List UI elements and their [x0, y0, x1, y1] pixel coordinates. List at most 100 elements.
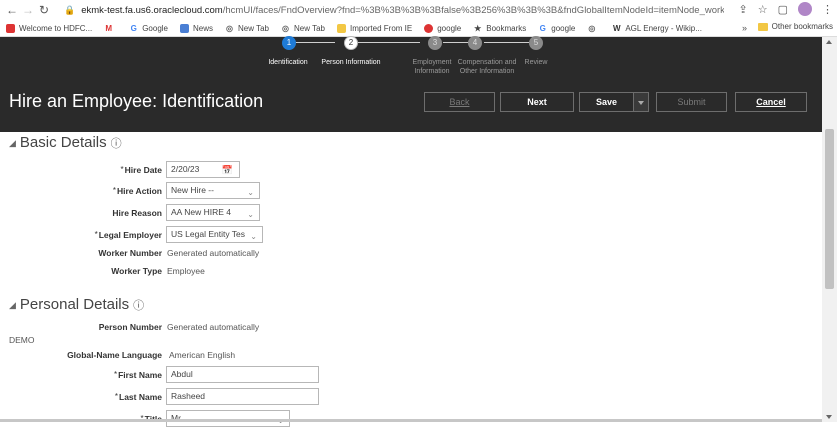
help-icon[interactable]: ⓘ: [133, 300, 144, 312]
train-stops: 1 2 3 4 5 Identification Person Informat…: [0, 36, 822, 97]
news-icon: [180, 23, 189, 33]
scroll-down-icon[interactable]: [826, 415, 832, 419]
globe-icon: ◎: [588, 23, 596, 33]
folder-icon: [757, 22, 768, 31]
train-step-review: 5: [529, 36, 543, 50]
global-name-language-label: Global-Name Language: [67, 350, 162, 360]
page-scrollbar[interactable]: [822, 37, 837, 422]
hire-date-label: *Hire Date: [120, 165, 162, 175]
bookmark-google[interactable]: G Google: [129, 24, 168, 33]
first-name-label: *First Name: [113, 370, 162, 380]
bookmark-hdfc[interactable]: Welcome to HDFC...: [6, 23, 92, 33]
app-header: 1 2 3 4 5 Identification Person Informat…: [0, 36, 822, 132]
bookmark-new-tab-1[interactable]: ◎ New Tab: [225, 24, 269, 33]
personal-details-header[interactable]: ◢ Personal Details ⓘ: [9, 296, 144, 313]
hire-action-label: *Hire Action: [112, 186, 162, 196]
train-connector: [358, 42, 420, 43]
bookmarks-bar: Welcome to HDFC... M G Google News ◎ New T…: [0, 20, 837, 37]
hdfc-icon: [6, 23, 15, 33]
globe-icon: ◎: [226, 23, 233, 33]
train-label-person-information[interactable]: Person Information: [318, 58, 384, 67]
next-button[interactable]: Next: [500, 92, 574, 112]
back-button[interactable]: Back: [424, 92, 495, 112]
bookmark-agl-energy[interactable]: W AGL Energy - Wikip...: [612, 24, 702, 33]
hire-reason-label: Hire Reason: [112, 208, 162, 218]
gmail-icon: M: [105, 23, 113, 33]
save-button[interactable]: Save: [579, 92, 634, 112]
google-red-icon: [424, 23, 434, 33]
bookmark-gmail[interactable]: M: [104, 24, 117, 33]
save-menu-chevron-icon[interactable]: [633, 92, 649, 112]
train-label-employment-information: Employment Information: [412, 59, 452, 75]
url-text: ekmk-test.fa.us6.oraclecloud.com/hcmUI/f…: [81, 4, 724, 16]
train-connector: [484, 42, 529, 43]
collapse-triangle-icon[interactable]: ◢: [9, 138, 16, 148]
share-icon[interactable]: ⇪: [739, 3, 748, 16]
train-label-identification[interactable]: Identification: [262, 58, 314, 67]
browser-toolbar: ← → ↻ 🔒 ekmk-test.fa.us6.oraclecloud.com…: [0, 0, 837, 20]
menu-icon[interactable]: ⋮: [822, 3, 833, 16]
cancel-button[interactable]: Cancel: [735, 92, 807, 112]
google-icon: G: [539, 23, 546, 33]
chevron-down-icon: ⌄: [250, 232, 257, 241]
help-icon[interactable]: ⓘ: [111, 138, 122, 150]
google-icon: G: [130, 23, 137, 33]
basic-details-header[interactable]: ◢ Basic Details ⓘ: [9, 134, 122, 151]
train-step-person-information[interactable]: 2: [344, 36, 358, 50]
other-bookmarks[interactable]: Other bookmarks: [757, 22, 833, 31]
globe-icon: ◎: [282, 23, 289, 33]
train-connector: [443, 42, 471, 43]
worker-number-value: Generated automatically: [167, 248, 260, 258]
person-number-label: Person Number: [98, 322, 162, 332]
train-label-review: Review: [524, 59, 548, 66]
last-name-label: *Last Name: [114, 392, 162, 402]
star-icon: ★: [474, 23, 482, 33]
last-name-input[interactable]: Rasheed: [166, 388, 319, 405]
chevron-down-icon: ⌄: [247, 188, 254, 197]
submit-button: Submit: [656, 92, 727, 112]
forward-arrow-icon[interactable]: →: [20, 3, 36, 17]
worker-number-label: Worker Number: [98, 248, 162, 258]
avatar[interactable]: [798, 2, 812, 16]
legal-employer-select[interactable]: US Legal Entity Tes ⌄: [166, 226, 263, 243]
train-label-compensation: Compensation and Other Information: [457, 59, 517, 75]
person-number-value: Generated automatically: [167, 322, 260, 332]
train-step-employment-information: 3: [428, 36, 442, 50]
collapse-triangle-icon[interactable]: ◢: [9, 300, 16, 310]
bookmarks-more-button[interactable]: »: [742, 23, 747, 33]
hire-action-select[interactable]: New Hire -- ⌄: [166, 182, 260, 199]
bookmark-bookmarks[interactable]: ★ Bookmarks: [473, 24, 526, 33]
page-title: Hire an Employee: Identification: [9, 91, 264, 111]
scroll-up-icon[interactable]: [826, 40, 832, 44]
bookmark-new-tab-2[interactable]: ◎ New Tab: [281, 24, 325, 33]
tab-icon[interactable]: ▢: [778, 3, 788, 16]
hire-date-input[interactable]: 2/20/23 📅: [166, 161, 240, 178]
main-content: ◢ Basic Details ⓘ *Hire Date 2/20/23 📅 *Hir…: [0, 132, 822, 427]
folder-icon: [336, 23, 346, 33]
bookmark-google-3[interactable]: Ggoogle: [538, 23, 576, 33]
lock-icon: 🔒: [64, 4, 76, 15]
bookmark-news[interactable]: News: [180, 23, 213, 33]
scroll-thumb[interactable]: [825, 129, 834, 289]
train-connector: [295, 42, 335, 43]
worker-type-label: Worker Type: [111, 266, 162, 276]
reload-icon[interactable]: ↻: [36, 3, 52, 17]
browser-actions: ⇪ ☆ ▢ ⋮: [739, 2, 833, 16]
demo-text: DEMO: [9, 335, 35, 345]
address-bar[interactable]: 🔒 ekmk-test.fa.us6.oraclecloud.com/hcmUI…: [64, 2, 724, 18]
legal-employer-label: *Legal Employer: [94, 230, 162, 240]
wikipedia-icon: W: [613, 23, 621, 33]
bookmark-imported-from-ie[interactable]: Imported From IE: [336, 23, 412, 33]
chevron-down-icon: ⌄: [247, 210, 254, 219]
hire-reason-select[interactable]: AA New HIRE 4 ⌄: [166, 204, 260, 221]
star-icon[interactable]: ☆: [758, 3, 768, 16]
first-name-input[interactable]: Abdul: [166, 366, 319, 383]
worker-type-value: Employee: [167, 266, 205, 276]
train-step-identification[interactable]: 1: [282, 36, 296, 50]
bookmark-new-tab-3[interactable]: ◎: [587, 24, 600, 33]
calendar-icon[interactable]: 📅: [222, 163, 233, 177]
global-name-language-value: American English: [169, 350, 236, 360]
back-arrow-icon[interactable]: ←: [4, 3, 20, 17]
train-step-compensation: 4: [468, 36, 482, 50]
bookmark-google-2[interactable]: google: [424, 23, 461, 33]
